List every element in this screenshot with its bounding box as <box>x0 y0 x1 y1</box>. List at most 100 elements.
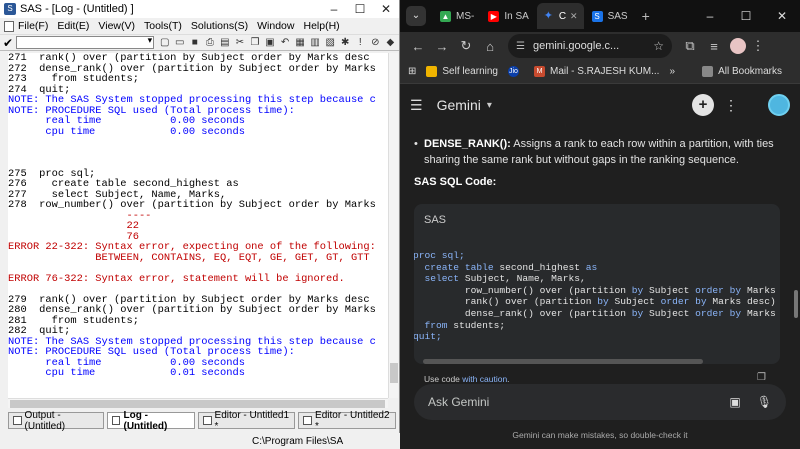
close-button[interactable]: ✕ <box>764 9 800 23</box>
gemini-header: ☰ Gemini ▾ + ⋮ <box>400 84 800 126</box>
gemini-title[interactable]: Gemini <box>437 97 481 113</box>
maximize-button[interactable]: ☐ <box>728 9 764 23</box>
tab-label: Editor - Untitled2 * <box>315 409 390 432</box>
more-bookmarks-icon[interactable]: » <box>669 66 675 77</box>
hamburger-menu-icon[interactable]: ☰ <box>410 97 423 114</box>
code-token: Subject <box>643 307 696 319</box>
command-box[interactable] <box>16 35 155 49</box>
log-window[interactable]: 271 rank() over (partition by Subject or… <box>8 53 388 398</box>
jio-icon: Jio <box>507 66 519 77</box>
new-chat-button[interactable]: + <box>692 94 714 116</box>
menu-file[interactable]: File(F) <box>18 20 48 32</box>
menu-window[interactable]: Window <box>257 20 294 32</box>
back-icon[interactable]: ← <box>406 39 430 54</box>
model-dropdown-icon[interactable]: ▾ <box>487 100 492 111</box>
copy-icon[interactable]: ❐ <box>248 36 261 49</box>
bookmark-star-icon[interactable]: ☆ <box>653 39 664 53</box>
bookmarks-bar: ⊞ Self learning Jio M Mail - S.RAJESH KU… <box>400 60 800 84</box>
home-icon[interactable]: ⌂ <box>478 39 502 54</box>
print-icon[interactable]: ⎙ <box>203 36 216 49</box>
new-icon[interactable]: ▢ <box>158 36 171 49</box>
bookmark-self-learning[interactable]: Self learning <box>426 66 498 77</box>
extensions-icon[interactable]: ⧉ <box>678 38 702 54</box>
gemini-icon: ✦ <box>543 9 553 22</box>
paste-icon[interactable]: ▣ <box>263 36 276 49</box>
user-avatar[interactable] <box>768 94 790 116</box>
menu-kebab-icon[interactable]: ⋮ <box>746 38 770 54</box>
code-token: Subject <box>643 284 696 296</box>
undo-icon[interactable]: ↶ <box>279 36 292 49</box>
site-info-icon[interactable]: ☰ <box>516 41 525 52</box>
menu-help[interactable]: Help(H) <box>303 20 339 32</box>
page-scrollbar-thumb[interactable] <box>794 290 798 318</box>
code-token: create table <box>424 261 494 273</box>
microphone-icon[interactable]: 🎙 <box>757 395 772 409</box>
menu-solutions[interactable]: Solutions(S) <box>191 20 248 32</box>
options-icon[interactable]: ▧ <box>324 36 337 49</box>
menu-edit[interactable]: Edit(E) <box>57 20 89 32</box>
sas-window: S SAS - [Log - (Untitled) ] – ☐ ✕ File(F… <box>0 0 400 449</box>
print-preview-icon[interactable]: ▤ <box>218 36 231 49</box>
scroll-thumb[interactable] <box>10 400 385 408</box>
code-horizontal-scrollbar[interactable] <box>423 359 703 364</box>
new-tab-button[interactable]: + <box>642 8 650 24</box>
minimize-button[interactable]: – <box>692 9 728 23</box>
log-line: 276 create table second_highest as <box>8 178 239 190</box>
add-image-icon[interactable]: ▣ <box>729 395 740 409</box>
media-icon[interactable]: ≡ <box>702 39 726 54</box>
tab-editor-2[interactable]: Editor - Untitled2 * <box>298 409 396 432</box>
log-horizontal-scrollbar[interactable] <box>8 398 388 408</box>
code-token: Marks desc <box>746 307 776 319</box>
help-icon[interactable]: ◆ <box>384 36 397 49</box>
code-token: quit; <box>414 331 442 343</box>
code-content[interactable]: proc sql; create table second_highest as… <box>414 250 780 343</box>
stop-icon[interactable]: ! <box>354 36 367 49</box>
scroll-thumb[interactable] <box>390 363 398 383</box>
run-icon[interactable]: ✱ <box>339 36 352 49</box>
all-bookmarks[interactable]: All Bookmarks <box>702 66 782 77</box>
address-bar[interactable]: ☰ gemini.google.c... ☆ <box>508 34 672 58</box>
break-icon[interactable]: ⊘ <box>369 36 382 49</box>
browser-tab-1[interactable]: ▲ MS- <box>434 3 480 29</box>
code-token: order by <box>695 284 742 296</box>
code-line: rank() over (partition by Subject order … <box>414 296 780 308</box>
bookmark-mail[interactable]: M Mail - S.RAJESH KUM... <box>533 66 659 77</box>
browser-tab-3[interactable]: ✦ C ✕ <box>536 3 584 29</box>
profile-avatar[interactable] <box>730 38 746 54</box>
apps-icon[interactable]: ⊞ <box>408 66 416 77</box>
prompt-input-placeholder[interactable]: Ask Gemini <box>428 395 489 409</box>
bookmark-label: Self learning <box>442 66 498 77</box>
reload-icon[interactable]: ↻ <box>454 38 478 54</box>
log-vertical-scrollbar[interactable] <box>388 53 398 398</box>
minimize-button[interactable]: – <box>321 2 347 16</box>
browser-tab-2[interactable]: ▶ In SA <box>482 3 534 29</box>
code-line: quit; <box>414 331 780 343</box>
menu-view[interactable]: View(V) <box>98 20 135 32</box>
close-button[interactable]: ✕ <box>373 2 399 16</box>
caution-link[interactable]: with caution <box>462 374 507 384</box>
tab-search-icon[interactable]: ⌄ <box>406 6 426 26</box>
code-token: by <box>631 307 644 319</box>
more-options-icon[interactable]: ⋮ <box>724 97 738 114</box>
results-icon[interactable]: ▥ <box>309 36 322 49</box>
prompt-input-box[interactable]: Ask Gemini ▣ 🎙 <box>414 384 786 420</box>
copy-code-icon[interactable]: ❐ <box>757 372 766 383</box>
open-icon[interactable]: ▭ <box>173 36 186 49</box>
checkmark-icon[interactable]: ✔ <box>3 36 16 50</box>
maximize-button[interactable]: ☐ <box>347 2 373 16</box>
tab-editor-1[interactable]: Editor - Untitled1 * <box>197 410 296 432</box>
bookmark-jio[interactable]: Jio <box>507 66 524 77</box>
status-path: C:\Program Files\SA <box>252 435 344 447</box>
sas-toolbar: ✔ ▢ ▭ ■ ⎙ ▤ ✂ ❐ ▣ ↶ ▦ ▥ ▧ ✱ ! ⊘ ◆ <box>0 34 399 51</box>
save-icon[interactable]: ■ <box>188 36 201 49</box>
forward-icon[interactable]: → <box>430 39 454 54</box>
explorer-icon[interactable]: ▦ <box>294 36 307 49</box>
close-tab-icon[interactable]: ✕ <box>570 11 578 22</box>
browser-tab-4[interactable]: S SAS <box>586 3 634 29</box>
menu-tools[interactable]: Tools(T) <box>144 20 182 32</box>
tab-log[interactable]: Log - (Untitled) <box>106 410 195 432</box>
code-block: SAS proc sql; create table second_highes… <box>414 204 780 364</box>
tab-output[interactable]: Output - (Untitled) <box>8 410 104 432</box>
cut-icon[interactable]: ✂ <box>233 36 246 49</box>
